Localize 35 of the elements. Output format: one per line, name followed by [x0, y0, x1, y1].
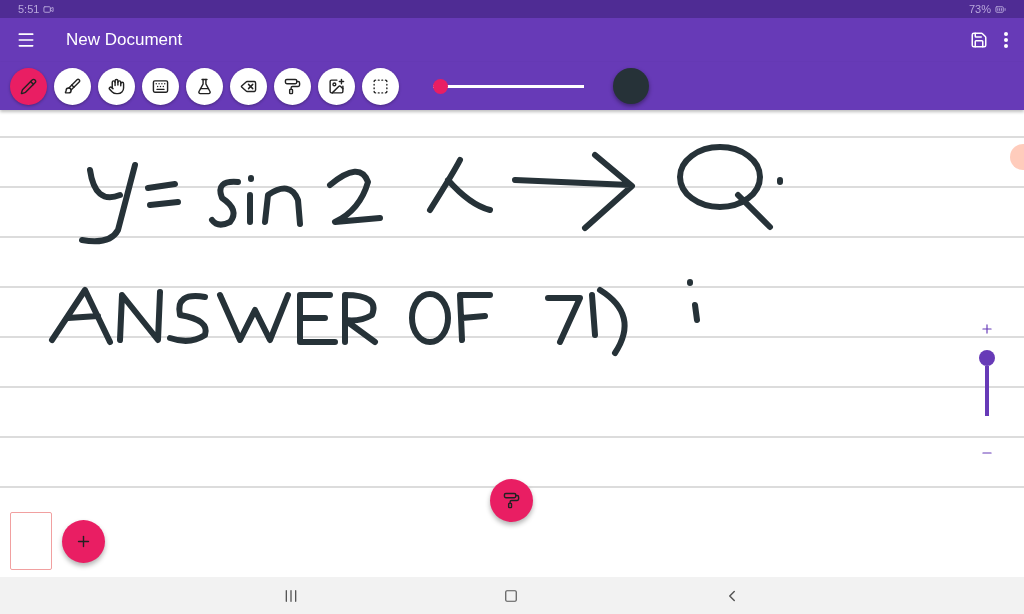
- zoom-slider-thumb[interactable]: [979, 350, 995, 366]
- hand-icon: [108, 77, 125, 95]
- add-page-button[interactable]: [62, 519, 105, 563]
- plus-icon: [980, 322, 994, 336]
- dashed-rectangle-tool-button[interactable]: [362, 67, 399, 105]
- brush-tool-button[interactable]: [54, 67, 91, 105]
- keyboard-icon: [152, 77, 169, 95]
- keyboard-tool-button[interactable]: [142, 67, 179, 105]
- pencil-icon: [20, 77, 37, 95]
- status-time: 5:51: [18, 3, 40, 15]
- flask-tool-button[interactable]: [186, 67, 223, 105]
- menu-icon: [16, 30, 36, 50]
- dashed-rectangle-icon: [372, 77, 389, 95]
- recent-apps-icon[interactable]: [283, 587, 299, 604]
- hand-tool-button[interactable]: [98, 67, 135, 105]
- paint-roller-icon: [503, 492, 520, 509]
- home-icon[interactable]: [504, 588, 518, 603]
- save-icon: [970, 31, 988, 49]
- paint-roller-icon: [284, 77, 301, 95]
- pen-color-swatch[interactable]: [613, 68, 649, 104]
- backspace-tool-button[interactable]: [230, 67, 267, 105]
- more-options-icon: [1004, 32, 1008, 48]
- pencil-tool-button[interactable]: [10, 67, 47, 105]
- paint-roller-tool-button[interactable]: [274, 67, 311, 105]
- image-add-icon: [328, 77, 345, 95]
- video-camera-icon: [43, 3, 55, 15]
- brush-icon: [64, 77, 81, 95]
- battery-percentage: 73%: [968, 3, 991, 15]
- flask-icon: [196, 77, 213, 95]
- page-thumbnail[interactable]: [10, 512, 52, 570]
- battery-icon: [995, 3, 1006, 15]
- image-add-tool-button[interactable]: [318, 67, 355, 105]
- document-title: New Document: [66, 30, 184, 50]
- slider-thumb[interactable]: [433, 78, 449, 94]
- zoom-in-button[interactable]: [980, 322, 994, 336]
